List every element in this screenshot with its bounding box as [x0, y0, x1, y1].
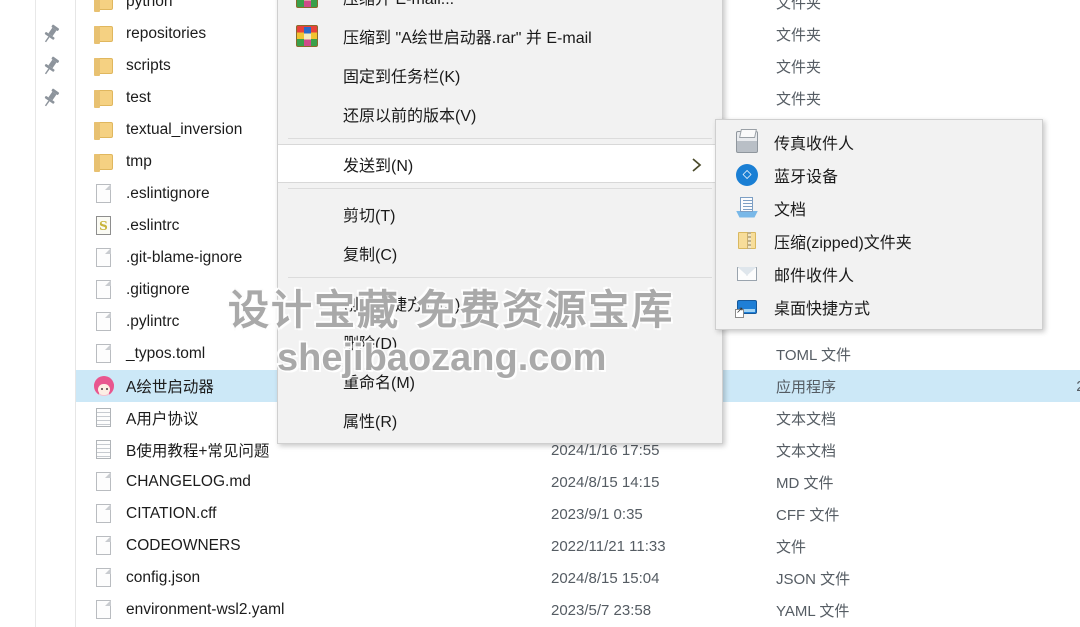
screenshot-root: python 文件夹 repositories 文件夹 scripts 文件夹 test 文件… [0, 0, 1080, 627]
watermark-english: shejibaozang.com [275, 336, 607, 381]
watermark-layer: 设计宝藏 免费资源宝库 shejibaozang.com [0, 0, 1080, 627]
watermark-chinese: 设计宝藏 免费资源宝库 [226, 285, 675, 336]
